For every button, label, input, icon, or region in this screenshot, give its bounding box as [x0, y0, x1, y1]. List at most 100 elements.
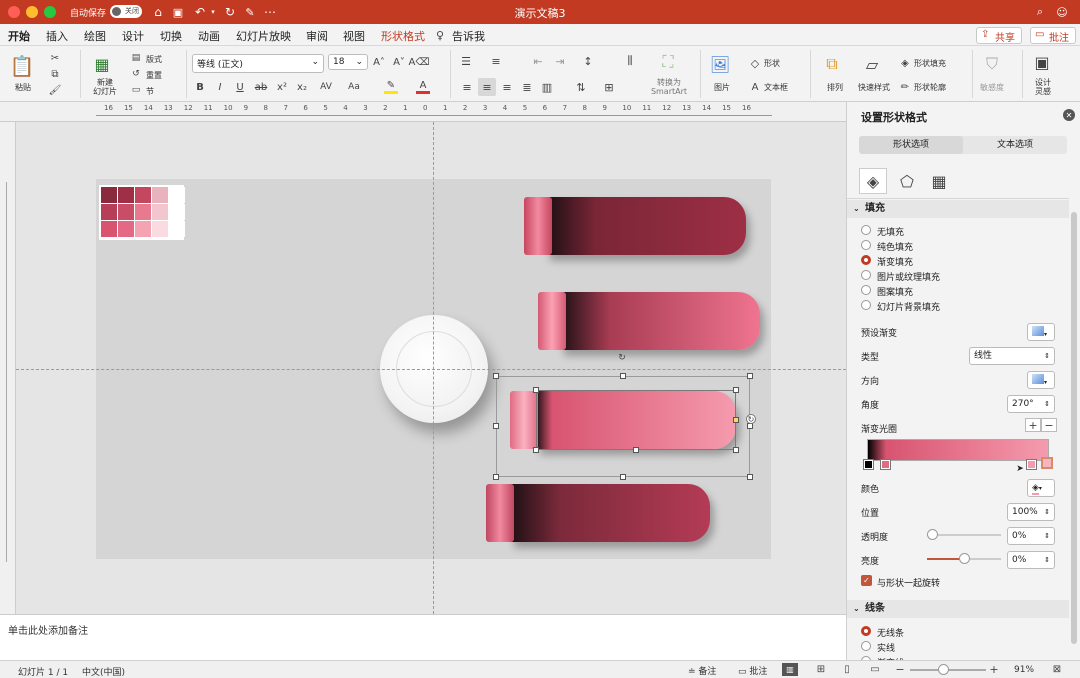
copy-icon[interactable]: ⧉ [48, 68, 62, 80]
increase-indent-icon[interactable]: ⇥ [552, 54, 568, 68]
tab-insert[interactable]: 插入 [46, 28, 68, 44]
search-icon[interactable]: ⌕ [1032, 4, 1048, 20]
layout-icon[interactable]: ▤ [130, 52, 142, 64]
tab-design[interactable]: 设计 [122, 28, 144, 44]
redo-icon[interactable]: ↻ [222, 4, 238, 20]
line-option-radio[interactable] [861, 641, 871, 651]
resize-handle[interactable] [533, 447, 539, 453]
zoom-level[interactable]: 91% [1014, 665, 1034, 675]
zoom-in-icon[interactable]: + [988, 663, 1000, 676]
fit-to-window-icon[interactable]: ⊠ [1050, 663, 1064, 676]
underline-icon[interactable]: U [234, 80, 246, 94]
ribbon-flap-1[interactable] [524, 197, 552, 255]
char-spacing-icon[interactable]: AV [316, 80, 336, 94]
notes-pane[interactable]: 单击此处添加备注 [0, 614, 846, 660]
home-icon[interactable]: ⌂ [150, 4, 166, 20]
resize-handle[interactable] [620, 474, 626, 480]
fill-option-radio[interactable] [861, 270, 871, 280]
rotate-handle-icon[interactable]: ↻ [746, 414, 756, 424]
ribbon-flap-4[interactable] [486, 484, 514, 542]
resize-handle[interactable] [533, 387, 539, 393]
font-color-icon[interactable]: A [416, 80, 430, 94]
pane-scrollbar[interactable] [1071, 212, 1077, 644]
ribbon-band-1[interactable] [546, 197, 746, 255]
fill-option-radio[interactable] [861, 300, 871, 310]
picture-icon[interactable]: 🖼 [708, 54, 732, 74]
paste-icon[interactable]: 📋 [10, 54, 35, 78]
edit-icon[interactable]: ✎ [242, 4, 258, 20]
bold-icon[interactable]: B [194, 80, 206, 94]
fill-option-label[interactable]: 渐变填充 [877, 255, 913, 268]
layout-label[interactable]: 版式 [146, 54, 162, 65]
resize-handle[interactable] [747, 474, 753, 480]
zoom-out-icon[interactable]: − [894, 663, 906, 676]
resize-handle[interactable] [493, 373, 499, 379]
reading-view-icon[interactable]: ▯ [840, 663, 854, 676]
resize-handle[interactable] [733, 387, 739, 393]
reset-label[interactable]: 重置 [146, 70, 162, 81]
slideshow-icon[interactable]: ▭ [868, 663, 882, 676]
line-option-label[interactable]: 实线 [877, 641, 895, 654]
line-option-label[interactable]: 无线条 [877, 626, 904, 639]
comment-button[interactable]: ▭ 批注 [1030, 27, 1076, 44]
normal-view-icon[interactable]: ▥ [782, 663, 798, 676]
italic-icon[interactable]: I [214, 80, 226, 94]
tab-transitions[interactable]: 切换 [160, 28, 182, 44]
resize-handle[interactable] [620, 373, 626, 379]
ribbon-band-4[interactable] [510, 484, 710, 542]
fill-option-label[interactable]: 无填充 [877, 225, 904, 238]
columns-icon[interactable]: ⫼ [622, 54, 638, 68]
fill-line-icon[interactable]: ◈ [859, 168, 887, 194]
preset-gradient-picker[interactable]: ▾ [1027, 323, 1055, 341]
quick-styles-icon[interactable]: ▱ [860, 54, 884, 74]
align-right-icon[interactable]: ≡ [500, 80, 514, 94]
horizontal-guide[interactable] [16, 369, 846, 370]
superscript-icon[interactable]: x² [276, 80, 288, 94]
line-option-radio[interactable] [861, 626, 871, 636]
numbering-icon[interactable]: ≡ [488, 54, 504, 68]
textbox-label[interactable]: 文本框 [764, 82, 788, 93]
cut-icon[interactable]: ✂ [48, 52, 62, 64]
color-picker[interactable]: ◈▾ [1027, 479, 1055, 497]
fill-option-radio[interactable] [861, 255, 871, 265]
slide-canvas[interactable]: ↻ ↻ [16, 122, 846, 614]
tab-animations[interactable]: 动画 [198, 28, 220, 44]
line-spacing-icon[interactable]: ↕ [580, 54, 596, 68]
shape-label[interactable]: 形状 [764, 58, 780, 69]
font-size-select[interactable]: 18 ⌄ [328, 54, 368, 70]
comments-toggle[interactable]: ▭ 批注 [738, 664, 767, 677]
tab-shape-options[interactable]: 形状选项 [859, 136, 963, 154]
decrease-indent-icon[interactable]: ⇤ [530, 54, 546, 68]
tab-draw[interactable]: 绘图 [84, 28, 106, 44]
font-name-select[interactable]: 等线 (正文) ⌄ [192, 54, 324, 73]
design-ideas-icon[interactable]: ▣ [1030, 52, 1054, 72]
gradient-stop[interactable] [863, 459, 874, 470]
shape-icon[interactable]: ◇ [748, 56, 762, 70]
fill-option-radio[interactable] [861, 240, 871, 250]
strikethrough-icon[interactable]: ab [254, 80, 268, 94]
effects-pentagon-icon[interactable]: ⬠ [893, 168, 921, 194]
share-button[interactable]: ⇪ 共享 [976, 27, 1022, 44]
zoom-slider-thumb[interactable] [938, 664, 949, 675]
slide-sorter-icon[interactable]: ⊞ [814, 663, 828, 676]
grow-font-icon[interactable]: A˄ [372, 55, 386, 69]
resize-handle[interactable] [633, 447, 639, 453]
subscript-icon[interactable]: x₂ [296, 80, 308, 94]
slider-thumb[interactable] [927, 529, 938, 540]
gradient-bar[interactable] [867, 439, 1049, 461]
rotate-with-shape-checkbox[interactable]: ✓ [861, 575, 872, 586]
add-stop-icon[interactable]: + [1025, 418, 1041, 432]
notes-placeholder[interactable]: 单击此处添加备注 [8, 622, 88, 637]
shape-fill-label[interactable]: 形状填充 [914, 58, 946, 69]
resize-handle[interactable] [493, 474, 499, 480]
transparency-slider[interactable] [927, 534, 1001, 536]
change-case-icon[interactable]: Aa [344, 80, 364, 94]
autosave-toggle[interactable]: 关闭 [110, 5, 142, 18]
sensitivity-icon[interactable]: ⛉ [980, 54, 1004, 74]
zoom-window-button[interactable] [44, 6, 56, 18]
close-icon[interactable]: ✕ [1063, 109, 1075, 121]
gradient-stop[interactable] [880, 459, 891, 470]
new-slide-icon[interactable]: ▦ [90, 54, 114, 74]
save-icon[interactable]: ▣ [170, 4, 186, 20]
section-label[interactable]: 节 [146, 86, 154, 97]
